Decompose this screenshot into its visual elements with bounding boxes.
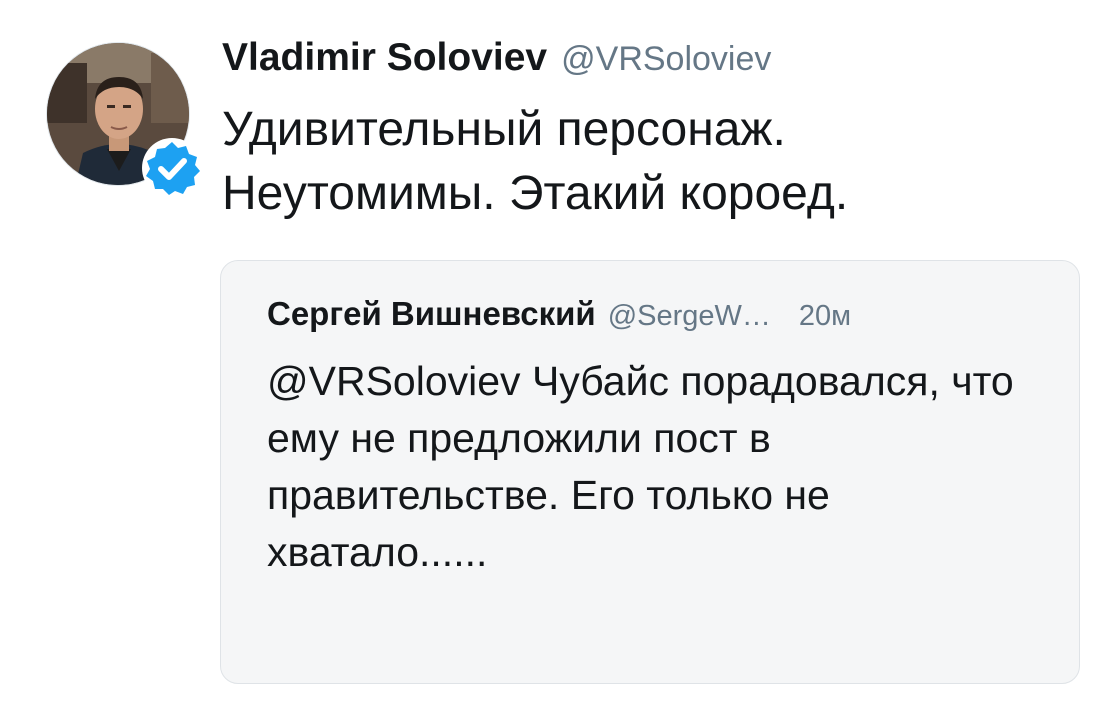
quoted-handle: @SergeW… bbox=[607, 300, 771, 332]
quoted-timestamp: 20м bbox=[798, 300, 852, 332]
quoted-tweet[interactable]: Сергей Вишневский @SergeW… 20м @VRSoloviev… bbox=[220, 260, 1080, 684]
tweet-header: Vladimir Soloviev @VRSoloviev bbox=[222, 36, 771, 80]
tweet-text-line: Удивительный персонаж. bbox=[222, 103, 786, 156]
quoted-display-name: Сергей Вишневский bbox=[267, 295, 596, 332]
tweet: Vladimir Soloviev @VRSoloviev Удивительны… bbox=[0, 0, 1118, 721]
verified-badge-icon bbox=[142, 138, 202, 198]
tweet-text: Удивительный персонаж. Неутомимы. Этакий… bbox=[222, 98, 1082, 226]
handle[interactable]: @VRSoloviev bbox=[561, 40, 771, 78]
quoted-tweet-header: Сергей Вишневский @SergeW… 20м bbox=[267, 295, 1057, 333]
display-name[interactable]: Vladimir Soloviev bbox=[222, 36, 547, 79]
tweet-text-line: Неутомимы. Этакий короед. bbox=[222, 167, 849, 220]
quoted-tweet-text: @VRSoloviev Чубайс порадовался, что ему … bbox=[267, 358, 1014, 575]
